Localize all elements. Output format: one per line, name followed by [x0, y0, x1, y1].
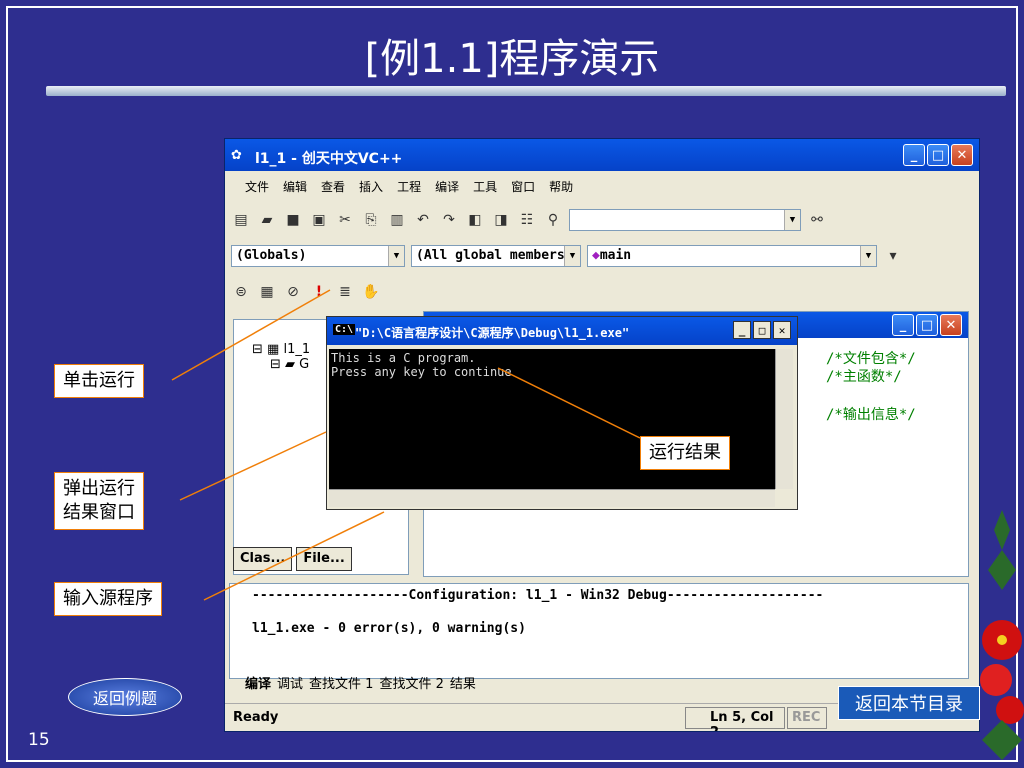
find-binoculars-icon[interactable]: ⚯ [807, 210, 827, 230]
app-icon: ✿ [231, 148, 242, 163]
slide-title: [例1.1]程序演示 [364, 36, 660, 82]
compile-icon[interactable]: ⊜ [231, 282, 251, 302]
tab-find1[interactable]: 查找文件 1 [309, 673, 373, 692]
workspace-tabs: Clas... File... [233, 547, 352, 571]
callout-popup: 弹出运行 结果窗口 [54, 472, 144, 530]
menu-tools[interactable]: 工具 [473, 178, 497, 199]
undo-icon[interactable]: ↶ [413, 210, 433, 230]
console-window: C:\ "D:\C语言程序设计\C源程序\Debug\l1_1.exe" _ □… [326, 316, 798, 510]
console-minimize-button[interactable]: _ [733, 321, 751, 339]
status-rec: REC [787, 707, 827, 729]
maximize-button[interactable]: □ [927, 144, 949, 166]
return-example-button[interactable]: 返回例题 [68, 678, 182, 716]
go-icon[interactable]: ≣ [335, 282, 355, 302]
open-folder-icon[interactable]: ▰ [257, 210, 277, 230]
editor-minimize-button[interactable]: _ [892, 314, 914, 336]
output-window-icon[interactable]: ◨ [491, 210, 511, 230]
poinsettia-decoration [980, 510, 1024, 760]
tree-root-label: l1_1 [283, 342, 311, 357]
find-in-files-icon[interactable]: ⚲ [543, 210, 563, 230]
output-result-line: l1_1.exe - 0 error(s), 0 warning(s) [252, 621, 526, 636]
tab-find2[interactable]: 查找文件 2 [379, 673, 443, 692]
output-config-line: --------------------Configuration: l1_1 … [252, 588, 824, 603]
breakpoint-hand-icon[interactable]: ✋ [361, 282, 381, 302]
title-underline [46, 86, 1006, 96]
console-titlebar: C:\ "D:\C语言程序设计\C源程序\Debug\l1_1.exe" _ □… [327, 317, 797, 345]
comment-output: /*输出信息*/ [826, 407, 916, 423]
output-tabs: 编译 调试 查找文件 1 查找文件 2 结果 [245, 673, 476, 692]
workspace-icon[interactable]: ◧ [465, 210, 485, 230]
save-all-icon[interactable]: ▣ [309, 210, 329, 230]
find-combo[interactable]: ▼ [569, 209, 801, 231]
ide-titlebar: ✿ l1_1 - 创天中文VC++ _ □ ✕ [225, 139, 979, 171]
page-number: 15 [28, 730, 50, 750]
class-combo-value: (Globals) [236, 248, 307, 263]
menu-help[interactable]: 帮助 [549, 178, 573, 199]
close-button[interactable]: ✕ [951, 144, 973, 166]
tab-classview[interactable]: Clas... [233, 547, 293, 571]
members-combo[interactable]: (All global members ▼ [411, 245, 581, 267]
minimize-button[interactable]: _ [903, 144, 925, 166]
standard-toolbar: ▤ ▰ ■ ▣ ✂ ⎘ ▥ ↶ ↷ ◧ ◨ ☷ ⚲ ▼ ⚯ [231, 205, 827, 235]
callout-run: 单击运行 [54, 364, 144, 398]
tab-results[interactable]: 结果 [450, 673, 476, 692]
new-file-icon[interactable]: ▤ [231, 210, 251, 230]
menu-project[interactable]: 工程 [397, 178, 421, 199]
comment-include: /*文件包含*/ [826, 351, 916, 367]
status-ready: Ready [233, 710, 279, 725]
menu-view[interactable]: 查看 [321, 178, 345, 199]
console-title: "D:\C语言程序设计\C源程序\Debug\l1_1.exe" [355, 326, 630, 340]
status-position: Ln 5, Col 2 [685, 707, 785, 731]
console-line-2: Press any key to continue [331, 365, 512, 379]
callout-popup-line1: 弹出运行 [63, 478, 135, 499]
redo-icon[interactable]: ↷ [439, 210, 459, 230]
menu-window[interactable]: 窗口 [511, 178, 535, 199]
callout-result: 运行结果 [640, 436, 730, 470]
console-line-1: This is a C program. [331, 351, 476, 365]
console-hscroll[interactable] [329, 489, 775, 507]
console-vscroll[interactable] [775, 349, 793, 489]
output-panel: --------------------Configuration: l1_1 … [229, 583, 969, 679]
console-icon: C:\ [333, 324, 356, 335]
function-combo-value: main [599, 248, 632, 263]
menu-insert[interactable]: 插入 [359, 178, 383, 199]
build-icon[interactable]: ▦ [257, 282, 277, 302]
return-toc-button[interactable]: 返回本节目录 [838, 686, 980, 720]
console-maximize-button[interactable]: □ [753, 321, 771, 339]
copy-icon[interactable]: ⎘ [361, 210, 381, 230]
window-list-icon[interactable]: ☷ [517, 210, 537, 230]
wizard-action-icon[interactable]: ▾ [883, 246, 903, 266]
ide-window-title: l1_1 - 创天中文VC++ [255, 151, 403, 167]
tab-build[interactable]: 编译 [245, 673, 271, 692]
callout-input-source: 输入源程序 [54, 582, 162, 616]
tab-fileview[interactable]: File... [296, 547, 352, 571]
stop-build-icon[interactable]: ⊘ [283, 282, 303, 302]
tree-child-label: G [299, 357, 310, 372]
callout-popup-line2: 结果窗口 [63, 502, 135, 523]
function-combo[interactable]: ◆main ▼ [587, 245, 877, 267]
cut-icon[interactable]: ✂ [335, 210, 355, 230]
menu-edit[interactable]: 编辑 [283, 178, 307, 199]
menu-build[interactable]: 编译 [435, 178, 459, 199]
members-combo-value: (All global members [416, 248, 565, 263]
class-combo[interactable]: (Globals) ▼ [231, 245, 405, 267]
editor-close-button[interactable]: ✕ [940, 314, 962, 336]
save-icon[interactable]: ■ [283, 210, 303, 230]
execute-icon[interactable]: ! [309, 282, 329, 302]
comment-main: /*主函数*/ [826, 369, 902, 385]
tab-fileview-label: File... [303, 551, 345, 566]
build-toolbar: ⊜ ▦ ⊘ ! ≣ ✋ [231, 277, 381, 307]
menu-file[interactable]: 文件 [245, 178, 269, 199]
wizardbar-toolbar: (Globals) ▼ (All global members ▼ ◆main ▼ ▾ [231, 241, 903, 271]
tab-debug[interactable]: 调试 [277, 673, 303, 692]
tab-classview-label: Clas... [240, 551, 286, 566]
console-close-button[interactable]: ✕ [773, 321, 791, 339]
function-diamond-icon: ◆ [592, 248, 600, 263]
menu-bar: 文件 编辑 查看 插入 工程 编译 工具 窗口 帮助 [225, 175, 979, 199]
editor-maximize-button[interactable]: □ [916, 314, 938, 336]
paste-icon[interactable]: ▥ [387, 210, 407, 230]
